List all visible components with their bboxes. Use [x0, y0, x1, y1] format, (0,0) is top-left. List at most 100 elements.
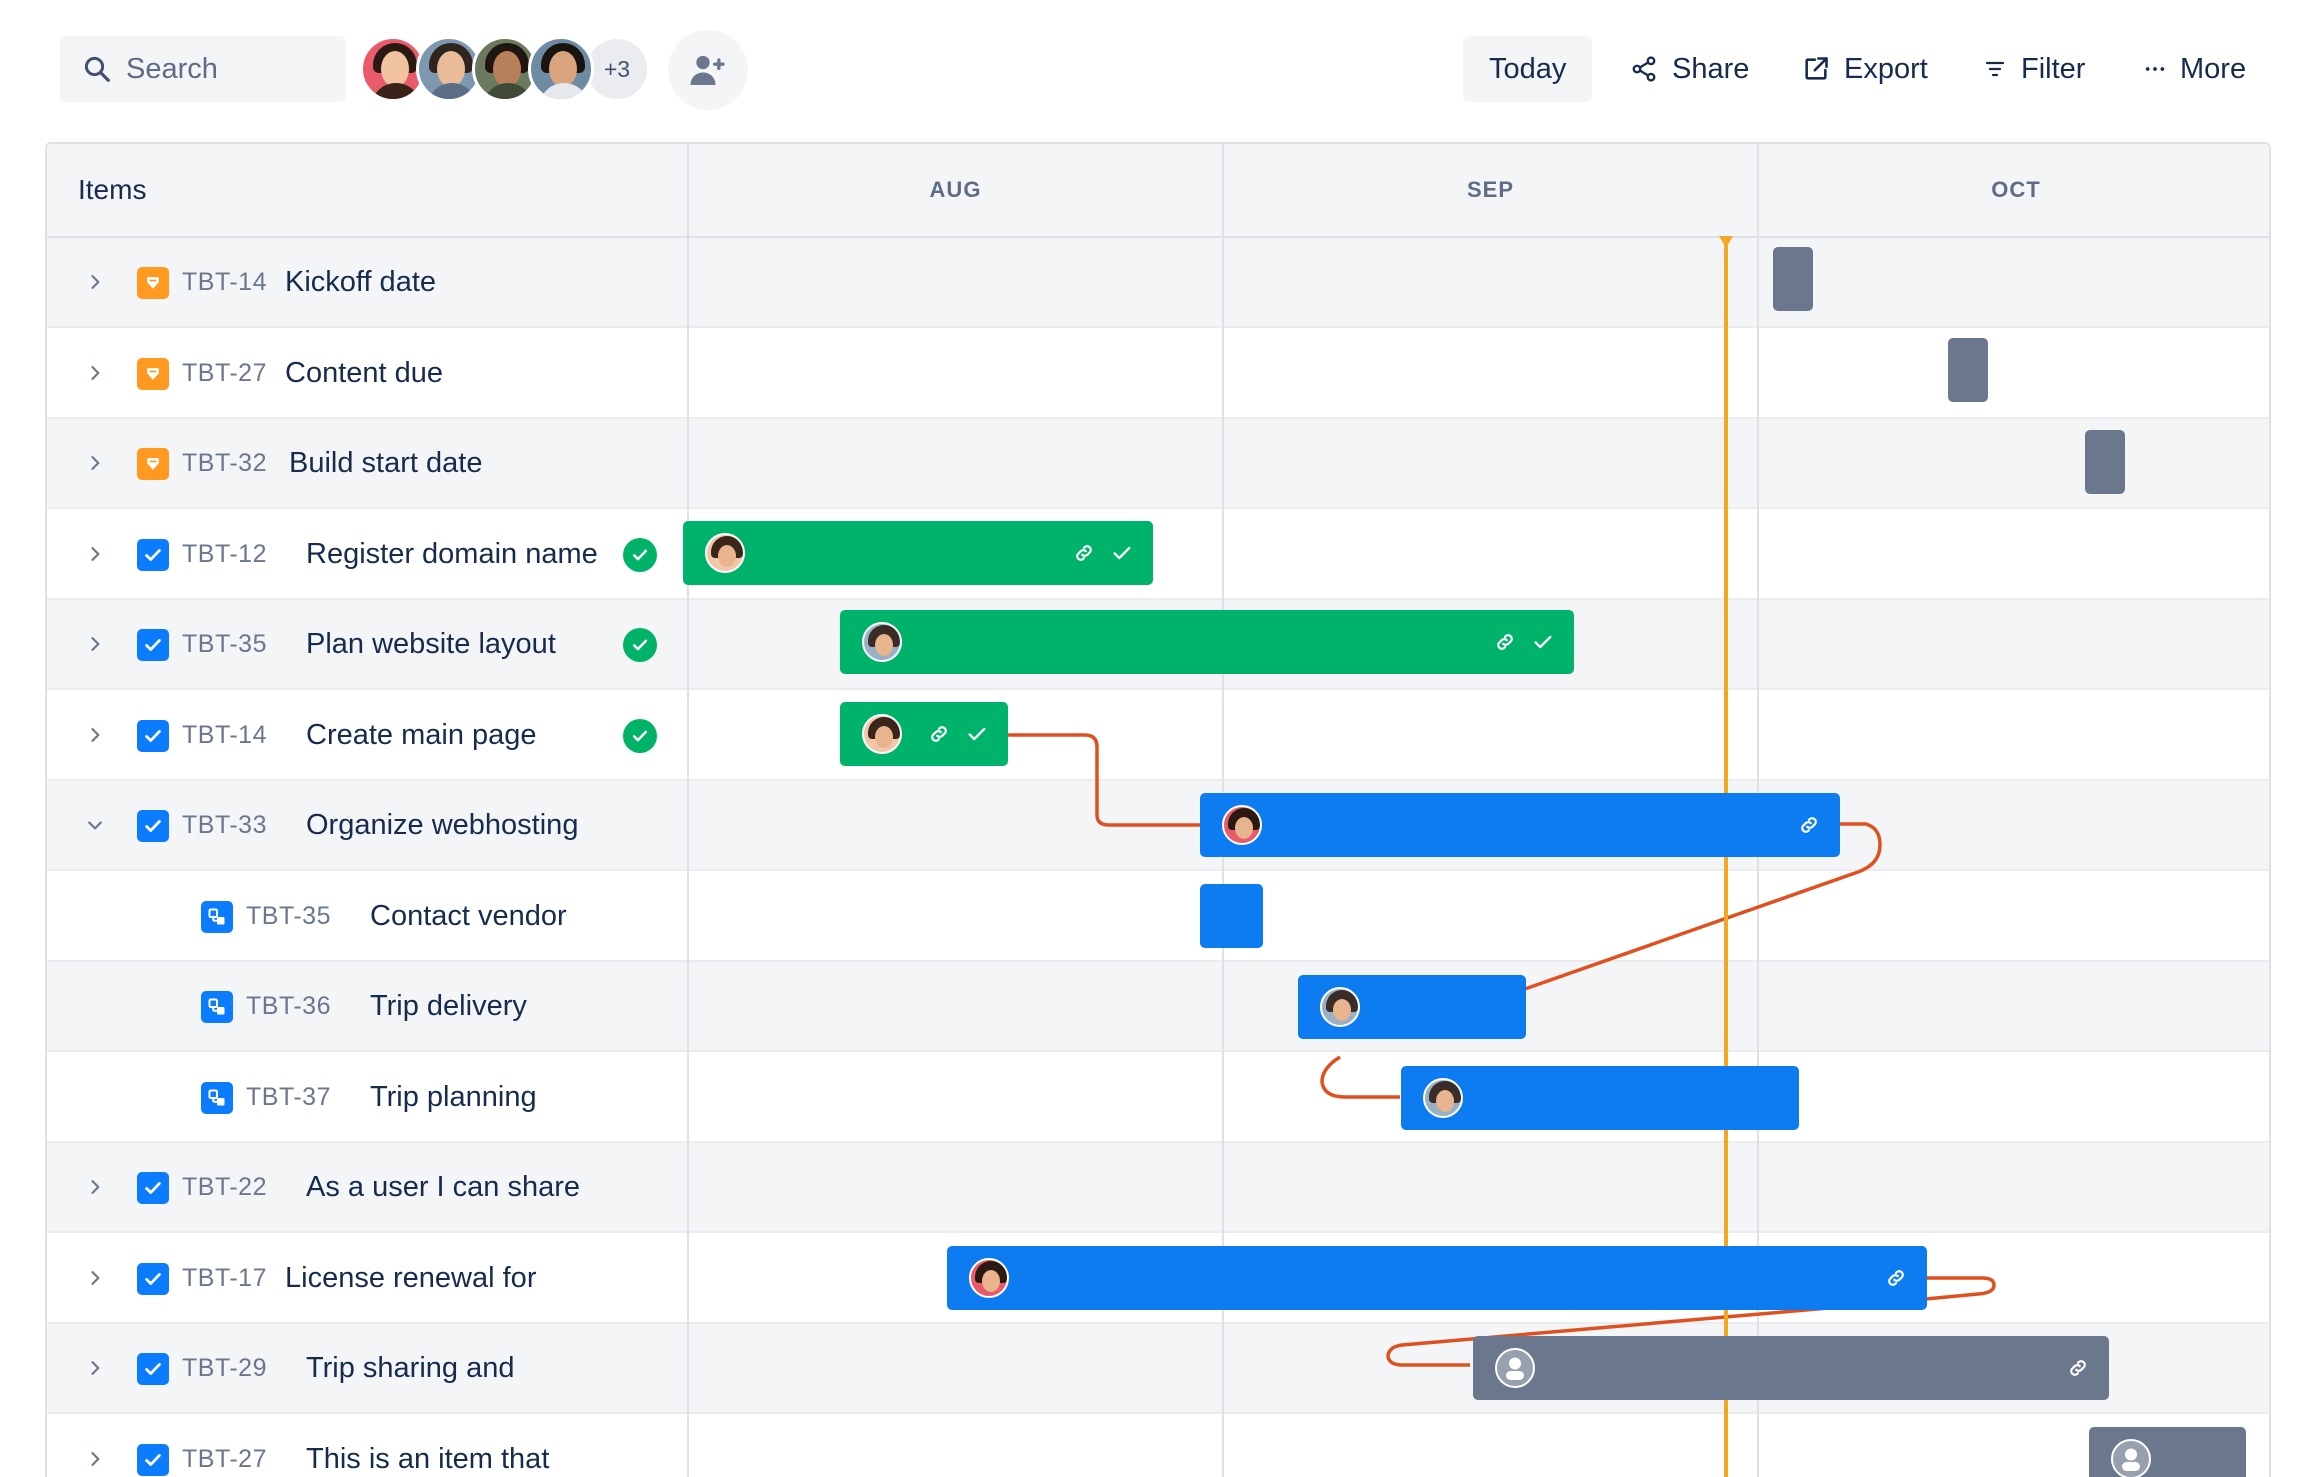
avatar — [1423, 1078, 1463, 1118]
user-icon — [1506, 1357, 1524, 1380]
table-row[interactable]: TBT-35 Contact vendor — [47, 872, 2269, 962]
table-row[interactable]: TBT-14 Create main page — [47, 691, 2269, 781]
avatar[interactable] — [528, 36, 594, 102]
row-label-cell: TBT-14 Kickoff date — [47, 238, 687, 326]
item-title[interactable]: Create main page — [306, 691, 537, 779]
filter-label: Filter — [2021, 52, 2086, 85]
row-label-cell: TBT-29 Trip sharing and — [47, 1324, 687, 1412]
table-row[interactable]: TBT-32 Build start date — [47, 419, 2269, 509]
milestone-marker[interactable] — [1773, 247, 1813, 311]
row-label-cell: TBT-14 Create main page — [47, 691, 687, 779]
item-title[interactable]: This is an item that — [306, 1415, 549, 1477]
timeline-bar[interactable] — [1298, 975, 1526, 1039]
item-title[interactable]: License renewal for — [285, 1234, 536, 1322]
item-key[interactable]: TBT-32 — [182, 419, 267, 507]
item-key[interactable]: TBT-35 — [246, 872, 331, 960]
avatar-group: +3 — [360, 36, 650, 102]
chevron-right-icon — [91, 365, 100, 380]
item-title[interactable]: Kickoff date — [285, 238, 436, 326]
table-row[interactable]: TBT-36 Trip delivery — [47, 962, 2269, 1052]
item-key[interactable]: TBT-29 — [182, 1324, 267, 1412]
filter-icon — [1985, 61, 2005, 77]
expand-toggle[interactable] — [85, 1324, 105, 1412]
task-checkbox-icon — [137, 1443, 169, 1476]
table-row[interactable]: TBT-27 Content due — [47, 329, 2269, 419]
timeline-bar[interactable] — [947, 1246, 1927, 1310]
more-button[interactable]: More — [2118, 36, 2272, 102]
check-icon — [1113, 546, 1131, 560]
add-user-button[interactable] — [668, 30, 748, 110]
share-button[interactable]: Share — [1604, 36, 1775, 102]
timeline-bar[interactable] — [840, 610, 1574, 674]
expand-toggle[interactable] — [85, 1143, 105, 1231]
item-title[interactable]: Build start date — [289, 419, 482, 507]
table-row[interactable]: TBT-37 Trip planning — [47, 1053, 2269, 1143]
item-key[interactable]: TBT-12 — [182, 510, 267, 598]
export-label: Export — [1844, 52, 1928, 85]
item-key[interactable]: TBT-14 — [182, 238, 267, 326]
row-label-cell: TBT-35 Plan website layout — [47, 600, 687, 688]
search-box[interactable] — [60, 36, 346, 102]
milestone-icon — [137, 267, 169, 299]
timeline-cell — [689, 781, 1222, 869]
table-row[interactable]: TBT-14 Kickoff date — [47, 238, 2269, 328]
table-row[interactable]: TBT-33 Organize webhosting — [47, 781, 2269, 871]
month-header-aug: AUG — [929, 177, 982, 202]
task-checkbox-icon — [137, 719, 169, 752]
expand-toggle[interactable] — [85, 1415, 105, 1477]
expand-toggle[interactable] — [85, 781, 105, 869]
timeline-bar[interactable] — [1473, 1336, 2109, 1400]
check-icon — [1534, 635, 1552, 649]
item-key[interactable]: TBT-33 — [182, 781, 267, 869]
item-title[interactable]: Plan website layout — [306, 600, 556, 688]
row-label-cell: TBT-27 This is an item that — [47, 1415, 687, 1477]
expand-toggle[interactable] — [85, 238, 105, 326]
item-key[interactable]: TBT-17 — [182, 1234, 267, 1322]
timeline-bar[interactable] — [2089, 1427, 2246, 1477]
more-label: More — [2180, 52, 2247, 85]
item-key[interactable]: TBT-27 — [182, 329, 267, 417]
item-title[interactable]: Contact vendor — [370, 872, 567, 960]
item-key[interactable]: TBT-22 — [182, 1143, 267, 1231]
timeline-bar[interactable] — [840, 702, 1008, 766]
table-row[interactable]: TBT-22 As a user I can share — [47, 1143, 2269, 1233]
subtask-icon — [201, 991, 233, 1023]
milestone-marker[interactable] — [2085, 430, 2125, 494]
item-title[interactable]: Content due — [285, 329, 443, 417]
table-row[interactable]: TBT-27 This is an item that — [47, 1415, 2269, 1477]
expand-toggle[interactable] — [85, 419, 105, 507]
export-icon — [1805, 57, 1828, 80]
share-icon — [1632, 56, 1656, 82]
timeline-bar[interactable] — [1401, 1066, 1799, 1130]
item-key[interactable]: TBT-36 — [246, 962, 331, 1050]
expand-toggle[interactable] — [85, 510, 105, 598]
expand-toggle[interactable] — [85, 329, 105, 417]
search-input[interactable] — [126, 52, 346, 86]
link-icon — [1076, 545, 1092, 561]
expand-toggle[interactable] — [85, 691, 105, 779]
expand-toggle[interactable] — [85, 600, 105, 688]
unassigned-avatar — [1495, 1348, 1535, 1388]
item-title[interactable]: Trip planning — [370, 1053, 537, 1141]
table-row[interactable]: TBT-12 Register domain name — [47, 510, 2269, 600]
expand-toggle[interactable] — [85, 1234, 105, 1322]
item-key[interactable]: TBT-37 — [246, 1053, 331, 1141]
timeline-bar[interactable] — [683, 521, 1153, 585]
item-title[interactable]: As a user I can share — [306, 1143, 580, 1231]
item-title[interactable]: Trip sharing and — [306, 1324, 514, 1412]
milestone-marker[interactable] — [1948, 338, 1988, 402]
today-button[interactable]: Today — [1463, 36, 1593, 102]
item-key[interactable]: TBT-27 — [182, 1415, 267, 1477]
item-key[interactable]: TBT-14 — [182, 691, 267, 779]
item-title[interactable]: Trip delivery — [370, 962, 527, 1050]
link-icon — [1801, 817, 1817, 833]
export-button[interactable]: Export — [1776, 36, 1954, 102]
item-key[interactable]: TBT-35 — [182, 600, 267, 688]
timeline-cell — [689, 329, 1222, 417]
timeline-bar[interactable] — [1200, 884, 1263, 948]
filter-button[interactable]: Filter — [1957, 36, 2111, 102]
item-title[interactable]: Organize webhosting — [306, 781, 578, 869]
timeline-bar[interactable] — [1200, 793, 1840, 857]
row-label-cell: TBT-27 Content due — [47, 329, 687, 417]
item-title[interactable]: Register domain name — [306, 510, 598, 598]
